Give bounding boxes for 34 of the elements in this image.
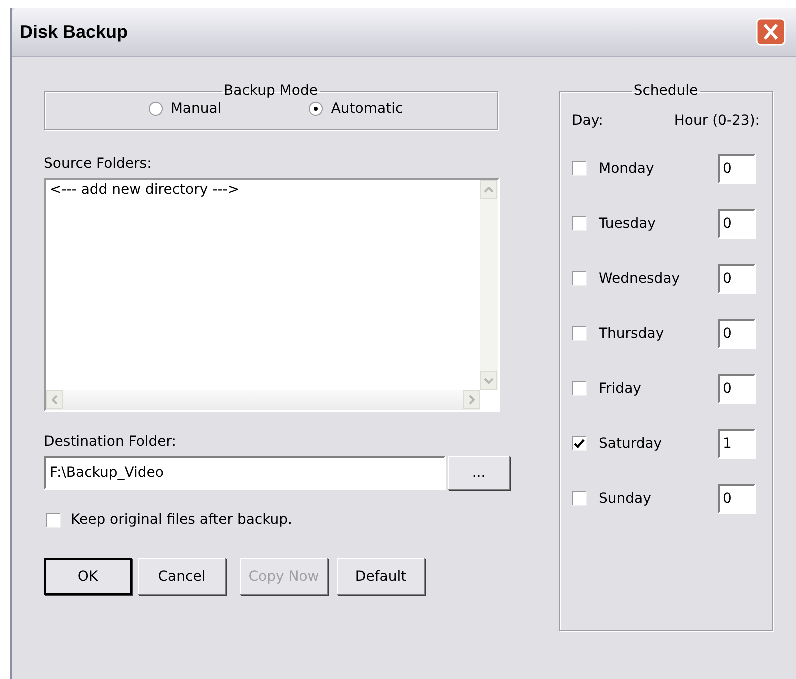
column-header: Hour (0-23): [674,113,760,129]
hour-field[interactable]: 1 [718,428,756,458]
day-checkbox[interactable]: Friday [572,380,642,396]
vertical-scrollbar[interactable] [480,180,498,390]
list-item[interactable]: <--- add new directory ---> [50,182,240,198]
hour-field[interactable]: 0 [718,154,756,184]
checkmark-icon [574,438,585,448]
hour-field[interactable]: 0 [718,208,756,238]
dialog-button[interactable]: OK [44,558,132,595]
day-checkbox[interactable]: Monday [572,160,654,176]
group-title: Schedule [632,83,700,99]
browse-button[interactable]: ... [448,456,510,490]
dialog-button[interactable]: Cancel [138,558,226,595]
hour-field[interactable]: 0 [718,374,756,404]
field-label: Source Folders: [44,156,153,172]
field-label: Destination Folder: [44,434,178,450]
keep-files-checkbox[interactable]: Keep original files after backup. [46,512,514,528]
dialog-button[interactable]: Default [337,558,425,595]
destination-field[interactable]: F:\Backup_Video [44,456,446,490]
day-checkbox[interactable]: Tuesday [572,216,656,232]
day-checkbox[interactable]: Saturday [572,436,662,452]
column-header: Day: [572,113,604,129]
radio-option[interactable]: Manual [148,101,222,117]
horizontal-scrollbar[interactable] [46,390,480,410]
day-checkbox[interactable]: Wednesday [572,270,680,286]
hour-field[interactable]: 0 [718,264,756,294]
hour-field[interactable]: 0 [718,484,756,514]
close-icon[interactable] [756,18,786,46]
radio-option[interactable]: Automatic [309,101,404,117]
hour-field[interactable]: 0 [718,318,756,348]
day-checkbox[interactable]: Sunday [572,490,652,506]
window-title: Disk Backup [20,22,128,42]
group-title: Backup Mode [223,83,319,99]
day-checkbox[interactable]: Thursday [572,326,664,342]
